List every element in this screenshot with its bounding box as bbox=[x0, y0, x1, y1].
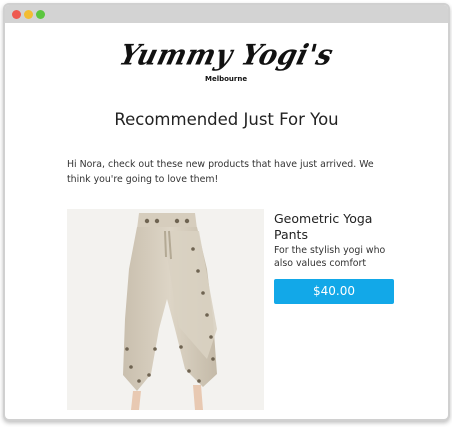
close-window-button[interactable] bbox=[12, 10, 21, 19]
product-description: For the stylish yogi who also values com… bbox=[274, 245, 386, 269]
minimize-window-button[interactable] bbox=[24, 10, 33, 19]
email-intro-text: Hi Nora, check out these new products th… bbox=[67, 159, 374, 185]
price-button[interactable]: $40.00 bbox=[274, 279, 394, 304]
window-titlebar bbox=[5, 5, 448, 23]
brand-logo[interactable]: Yummy Yogi's Melbourne bbox=[5, 39, 448, 83]
product-image[interactable] bbox=[67, 209, 264, 410]
email-heading: Recommended Just For You bbox=[114, 110, 339, 129]
email-window: Yummy Yogi's Melbourne Recommended Just … bbox=[3, 3, 450, 421]
brand-location: Melbourne bbox=[205, 75, 248, 83]
brand-logo-text: Yummy Yogi's bbox=[116, 39, 337, 72]
maximize-window-button[interactable] bbox=[36, 10, 45, 19]
product-title[interactable]: Geometric Yoga Pants bbox=[274, 211, 404, 242]
yoga-pants-photo-icon bbox=[67, 209, 264, 410]
